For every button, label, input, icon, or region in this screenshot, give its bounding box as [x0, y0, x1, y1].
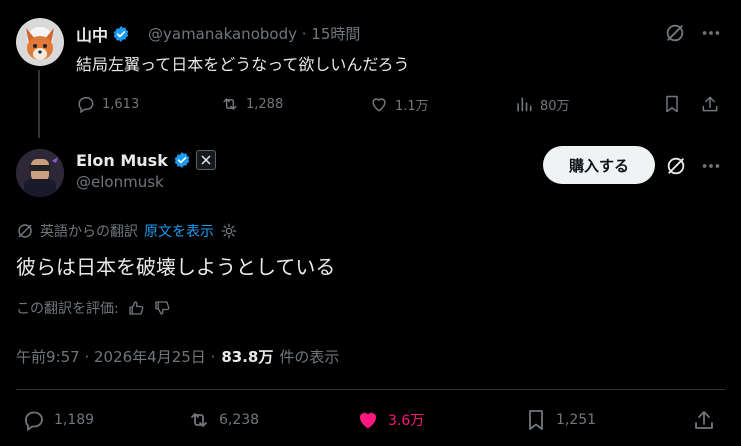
gear-icon[interactable] — [220, 222, 238, 240]
reply-icon — [25, 411, 43, 432]
main-tweet-text: 彼らは日本を破壊しようとしている — [16, 255, 336, 279]
view-suffix: 件の表示 — [279, 348, 340, 366]
grok-icon — [18, 224, 32, 238]
view-count: 83.8万 — [221, 348, 274, 366]
parent-bookmark-button[interactable] — [662, 94, 682, 114]
grok-icon[interactable] — [664, 22, 686, 44]
avatar-elon-musk[interactable] — [16, 149, 64, 197]
repost-icon — [191, 413, 207, 427]
more-options-icon[interactable] — [700, 155, 722, 177]
buy-button[interactable]: 購入する — [543, 146, 655, 184]
main-like-button[interactable]: 3.6万 — [356, 408, 424, 432]
main-repost-button[interactable]: 6,238 — [187, 408, 259, 432]
thumbs-down-icon[interactable] — [153, 299, 171, 317]
timestamp[interactable]: 午前9:57 · 2026年4月25日 · — [16, 346, 215, 367]
thumbs-up-icon[interactable] — [127, 299, 145, 317]
x-affiliate-badge-icon — [195, 150, 216, 170]
share-icon — [702, 96, 718, 112]
reply-icon — [78, 97, 94, 114]
thread-line — [38, 70, 40, 138]
parent-like-button[interactable]: 1.1万 — [369, 94, 429, 114]
parent-share-button[interactable] — [700, 94, 720, 114]
main-display-name[interactable]: Elon Musk — [76, 150, 216, 170]
heart-icon — [372, 98, 386, 112]
parent-display-name[interactable]: 山中 — [76, 22, 130, 46]
heart-filled-icon — [359, 412, 377, 429]
show-original-link[interactable]: 原文を表示 — [144, 221, 214, 241]
more-options-icon[interactable] — [700, 22, 722, 44]
verified-badge-icon — [174, 152, 190, 168]
translation-bar: 英語からの翻訳 原文を表示 — [16, 221, 238, 241]
share-icon — [695, 411, 713, 429]
parent-reply-button[interactable]: 1,613 — [76, 94, 139, 114]
parent-repost-button[interactable]: 1,288 — [220, 94, 283, 114]
views-icon — [517, 97, 532, 112]
main-reply-button[interactable]: 1,189 — [22, 408, 94, 432]
main-share-button[interactable] — [692, 408, 716, 432]
main-handle[interactable]: @elonmusk — [76, 173, 164, 191]
grok-icon[interactable] — [665, 155, 687, 177]
translation-label: 英語からの翻訳 — [40, 224, 138, 240]
parent-views-button[interactable]: 80万 — [514, 94, 570, 114]
bookmark-icon — [666, 95, 678, 113]
repost-icon — [223, 98, 237, 110]
tweet-meta: 午前9:57 · 2026年4月25日 · 83.8万 件の表示 — [16, 346, 339, 367]
rate-translation-row: この翻訳を評価: — [16, 298, 171, 318]
parent-tweet-text: 結局左翼って日本をどうなって欲しいんだろう — [76, 55, 410, 74]
bookmark-icon — [529, 410, 543, 430]
avatar-yamanaka[interactable] — [16, 18, 64, 66]
rate-translation-label: この翻訳を評価: — [16, 301, 119, 317]
main-bookmark-button[interactable]: 1,251 — [524, 408, 596, 432]
verified-badge-icon — [113, 26, 129, 42]
parent-handle-time[interactable]: @yamanakanobody · 15時間 — [148, 23, 360, 44]
divider — [16, 389, 725, 390]
